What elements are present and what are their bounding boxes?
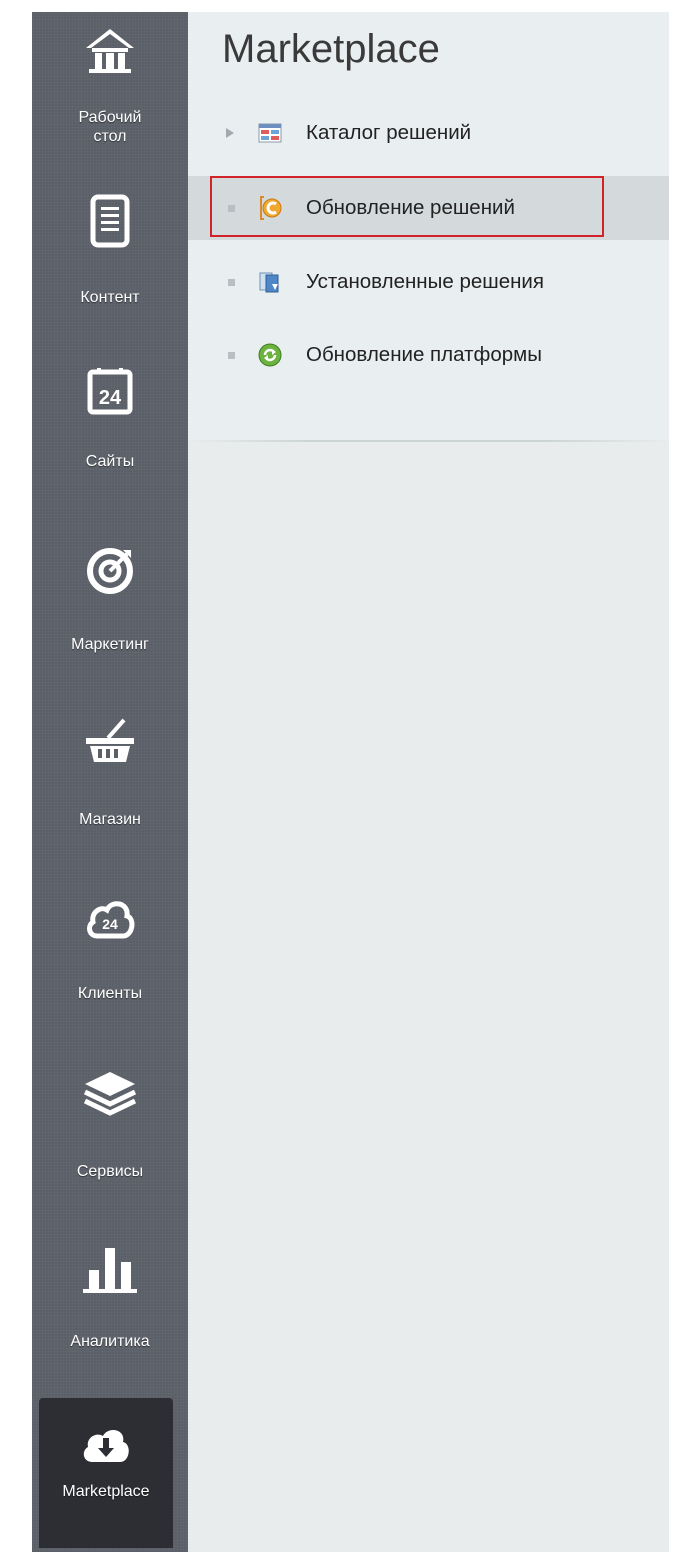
- calendar-icon-text: 24: [99, 387, 122, 409]
- sidebar-item-label: Аналитика: [70, 1333, 150, 1350]
- bullet-icon: [228, 205, 235, 212]
- sidebar-item-label: Marketplace: [62, 1483, 150, 1500]
- calendar-24-icon: 24: [87, 368, 133, 415]
- sidebar-item-label: Маркетинг: [71, 636, 149, 653]
- sidebar-item-content[interactable]: Контент: [32, 192, 188, 342]
- sidebar-item-label: Контент: [80, 289, 140, 306]
- sidebar-item-analytics[interactable]: Аналитика: [32, 1238, 188, 1388]
- target-icon: [87, 548, 133, 594]
- menu-item-installed-solutions[interactable]: Установленные решения: [188, 250, 669, 314]
- sidebar-item-sites[interactable]: 24 Сайты: [32, 360, 188, 510]
- cloud-24-icon: 24: [87, 901, 135, 939]
- menu-item-label: Обновление решений: [306, 196, 515, 219]
- cloud-download-icon: [83, 1430, 129, 1462]
- platform-update-icon: [258, 343, 282, 367]
- main-content: Marketplace Каталог решений Обновление р…: [188, 12, 669, 1552]
- sidebar-item-shop[interactable]: Магазин: [32, 712, 188, 862]
- sidebar: Рабочий стол Контент 24 Сайты Маркетинг: [32, 12, 188, 1552]
- sidebar-item-services[interactable]: Сервисы: [32, 1062, 188, 1212]
- menu-item-label: Установленные решения: [306, 270, 544, 293]
- installed-solutions-icon: [259, 272, 279, 293]
- expand-arrow-icon[interactable]: [226, 128, 234, 138]
- menu-panel: Marketplace Каталог решений Обновление р…: [188, 12, 669, 440]
- sidebar-item-desktop[interactable]: Рабочий стол: [32, 20, 188, 170]
- sidebar-item-clients[interactable]: 24 Клиенты: [32, 888, 188, 1038]
- bar-chart-icon: [83, 1248, 137, 1293]
- sidebar-item-marketing[interactable]: Маркетинг: [32, 538, 188, 688]
- sidebar-item-label: Сайты: [85, 453, 135, 470]
- menu-item-update-solutions[interactable]: Обновление решений: [188, 176, 669, 240]
- sidebar-item-label: Рабочий стол: [78, 109, 142, 145]
- sidebar-item-label: Клиенты: [77, 985, 143, 1002]
- update-solutions-icon: [260, 196, 282, 220]
- sidebar-item-label: Магазин: [79, 811, 141, 828]
- layers-icon: [83, 1072, 137, 1116]
- bullet-icon: [228, 279, 235, 286]
- cloud-icon-text: 24: [102, 916, 118, 932]
- sidebar-item-label: Сервисы: [76, 1163, 144, 1180]
- catalog-icon: [258, 123, 282, 143]
- bullet-icon: [228, 352, 235, 359]
- menu-item-platform-update[interactable]: Обновление платформы: [188, 323, 669, 387]
- basket-icon: [86, 718, 134, 762]
- panel-divider: [188, 440, 669, 442]
- page-title: Marketplace: [222, 27, 440, 71]
- menu-item-label: Обновление платформы: [306, 343, 542, 366]
- menu-item-label: Каталог решений: [306, 121, 472, 144]
- house-icon: [86, 29, 134, 73]
- document-icon: [90, 194, 130, 248]
- sidebar-item-marketplace[interactable]: Marketplace: [39, 1398, 173, 1548]
- menu-item-catalog[interactable]: Каталог решений: [188, 101, 669, 165]
